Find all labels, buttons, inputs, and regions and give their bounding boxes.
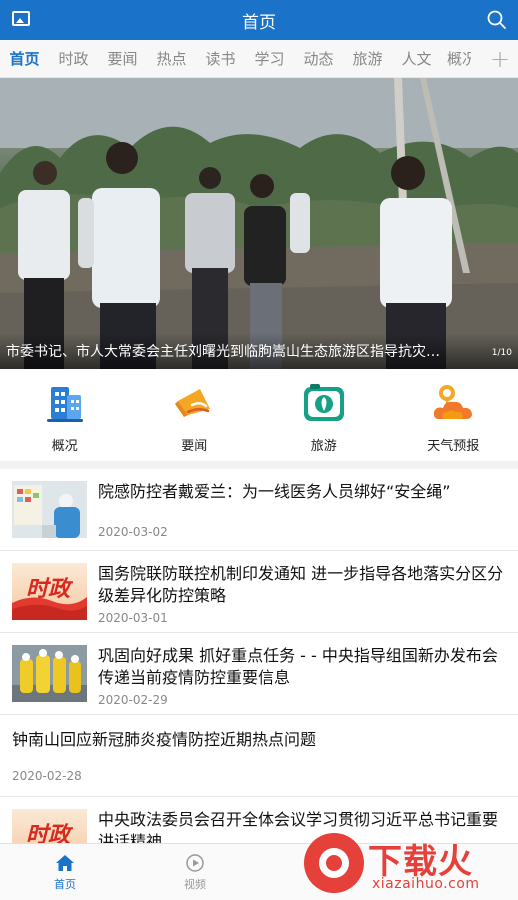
quick-link-headlines[interactable]: 要闻 xyxy=(130,369,260,461)
news-thumbnail xyxy=(12,481,87,538)
news-list: 院感防控者戴爱兰：为一线医务人员绑好“安全绳” 2020-03-02 时政 国务… xyxy=(0,469,518,879)
nav-label: 视频 xyxy=(184,878,206,891)
news-thumbnail xyxy=(12,645,87,702)
tab-reading[interactable]: 读书 xyxy=(196,48,245,69)
news-date: 2020-03-01 xyxy=(98,611,168,625)
tab-home[interactable]: 首页 xyxy=(0,48,49,69)
banner-carousel[interactable]: 市委书记、市人大常委会主任刘曙光到临朐嵩山生态旅游区指导抗灾… 1/10 xyxy=(0,78,518,369)
thumbnail-label: 时政 xyxy=(26,577,71,602)
tab-overview[interactable]: 概况 xyxy=(441,48,471,69)
list-item[interactable]: 院感防控者戴爱兰：为一线医务人员绑好“安全绳” 2020-03-02 xyxy=(0,469,518,551)
tab-hot[interactable]: 热点 xyxy=(147,48,196,69)
image-icon[interactable] xyxy=(12,11,30,26)
category-tabs: 首页 时政 要闻 热点 读书 学习 动态 旅游 人文 概况 + xyxy=(0,40,518,78)
news-date: 2020-03-02 xyxy=(98,525,168,539)
banner-caption[interactable]: 市委书记、市人大常委会主任刘曙光到临朐嵩山生态旅游区指导抗灾… xyxy=(6,341,486,361)
tab-headlines[interactable]: 要闻 xyxy=(98,48,147,69)
quick-link-label: 概况 xyxy=(51,439,78,454)
quick-link-weather[interactable]: 天气预报 xyxy=(389,369,518,461)
tab-news-feed[interactable]: 动态 xyxy=(294,48,343,69)
news-title: 国务院联防联控机制印发通知 进一步指导各地落实分区分级差异化防控策略 xyxy=(98,564,504,605)
list-item[interactable]: 巩固向好成果 抓好重点任务 - - 中央指导组国新办发布会传递当前疫情防控重要信… xyxy=(0,633,518,715)
list-item[interactable]: 时政 国务院联防联控机制印发通知 进一步指导各地落实分区分级差异化防控策略 20… xyxy=(0,551,518,633)
news-title: 巩固向好成果 抓好重点任务 - - 中央指导组国新办发布会传递当前疫情防控重要信… xyxy=(98,646,498,687)
play-circle-icon xyxy=(186,854,204,872)
watermark: 下载火 xiazaihuo.com xyxy=(304,830,518,900)
tab-politics[interactable]: 时政 xyxy=(49,48,98,69)
news-date: 2020-02-28 xyxy=(12,769,82,783)
banner-photo xyxy=(0,78,518,369)
news-title: 钟南山回应新冠肺炎疫情防控近期热点问题 xyxy=(12,730,317,749)
banner-pager: 1/10 xyxy=(491,348,512,358)
quick-links: 概况 要闻 旅游 天气预报 xyxy=(0,369,518,469)
tab-study[interactable]: 学习 xyxy=(245,48,294,69)
news-title: 院感防控者戴爱兰：为一线医务人员绑好“安全绳” xyxy=(98,482,451,501)
megaphone-icon xyxy=(175,389,211,417)
nav-video[interactable]: 视频 xyxy=(130,844,260,900)
watermark-logo-icon xyxy=(304,833,364,893)
building-icon xyxy=(46,387,83,422)
quick-link-overview[interactable]: 概况 xyxy=(0,369,130,461)
quick-link-label: 旅游 xyxy=(310,439,337,454)
news-date: 2020-02-29 xyxy=(98,693,168,707)
quick-link-label: 天气预报 xyxy=(427,439,480,454)
camera-icon xyxy=(303,384,344,421)
nav-home[interactable]: 首页 xyxy=(0,844,130,900)
news-thumbnail: 时政 xyxy=(12,563,87,620)
tab-travel[interactable]: 旅游 xyxy=(343,48,392,69)
weather-cloud-icon xyxy=(434,385,473,419)
search-icon[interactable] xyxy=(486,9,508,31)
nav-label: 首页 xyxy=(54,878,76,891)
tab-culture[interactable]: 人文 xyxy=(392,48,441,69)
quick-link-travel[interactable]: 旅游 xyxy=(259,369,389,461)
page-title: 首页 xyxy=(242,12,276,33)
top-app-bar: 首页 xyxy=(0,0,518,40)
list-item[interactable]: 钟南山回应新冠肺炎疫情防控近期热点问题 2020-02-28 xyxy=(0,715,518,797)
plus-icon[interactable]: + xyxy=(482,40,518,77)
watermark-url: xiazaihuo.com xyxy=(372,876,480,892)
quick-link-label: 要闻 xyxy=(181,439,208,454)
home-icon xyxy=(56,855,74,871)
